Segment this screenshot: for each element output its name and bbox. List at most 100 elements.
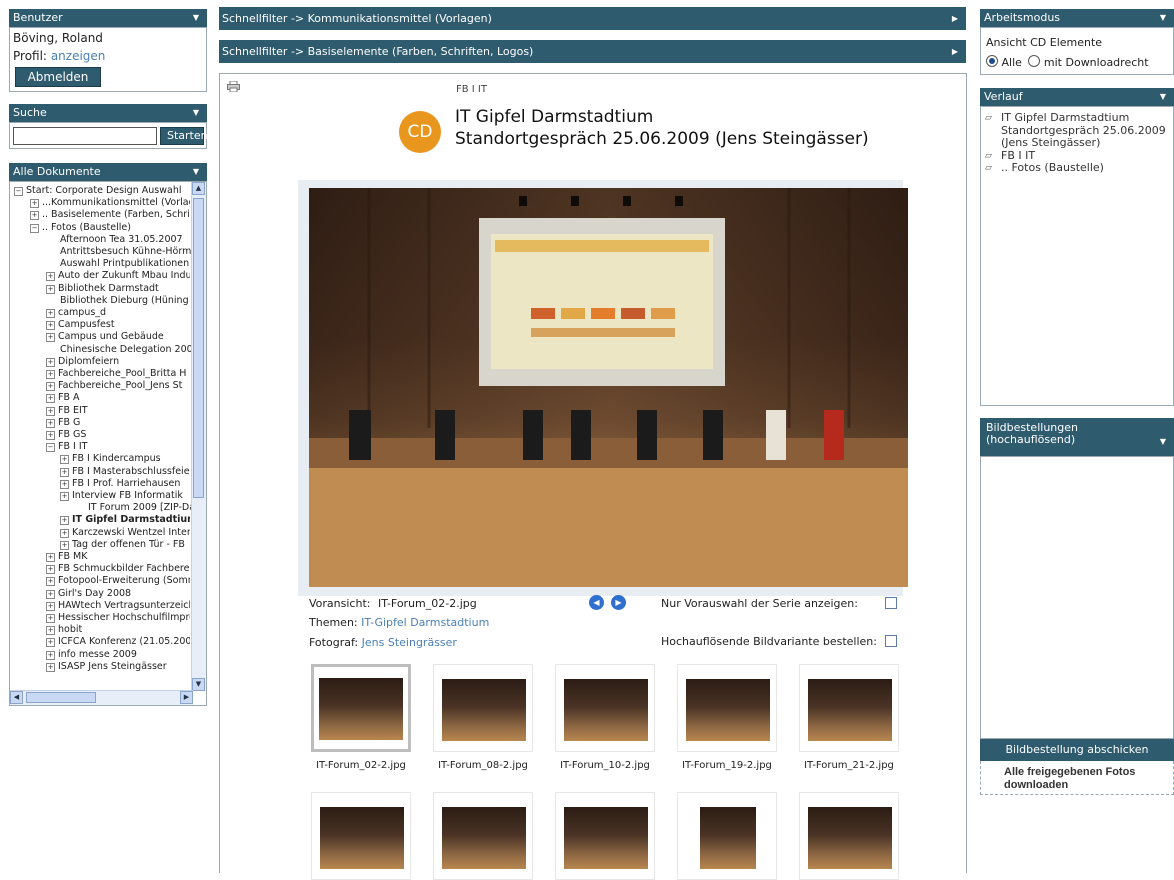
tree-item[interactable]: + IT Gipfel Darmstadtium bbox=[60, 514, 190, 526]
tree-item[interactable]: +.. Basiselemente (Farben, Schriften) bbox=[30, 209, 190, 221]
main-photo[interactable] bbox=[309, 188, 908, 587]
expand-node-icon[interactable]: + bbox=[46, 357, 55, 367]
tree-item[interactable]: + info messe 2009 bbox=[46, 649, 190, 661]
print-icon[interactable] bbox=[227, 80, 240, 93]
expand-node-icon[interactable]: + bbox=[46, 382, 55, 392]
expand-node-icon[interactable]: + bbox=[60, 528, 69, 538]
profile-link[interactable]: anzeigen bbox=[51, 49, 106, 63]
thumbnail-caption[interactable]: IT-Forum_02-2.jpg bbox=[301, 760, 421, 771]
tree-item[interactable]: + FB A bbox=[46, 392, 190, 404]
tree-item[interactable]: + FB I Prof. Harriehausen bbox=[60, 478, 190, 490]
tree-item[interactable]: + FB EIT bbox=[46, 405, 190, 417]
tree-item[interactable]: + FB I Masterabschlussfeier bbox=[60, 466, 190, 478]
search-input[interactable] bbox=[13, 127, 157, 145]
expand-node-icon[interactable]: + bbox=[60, 516, 69, 526]
tree-item[interactable]: + Campus und Gebäude bbox=[46, 331, 190, 343]
scroll-up-icon[interactable]: ▲ bbox=[192, 182, 205, 195]
tree-item[interactable]: +...Kommunikationsmittel (Vorlagen) bbox=[30, 197, 190, 209]
collapse-arrow-icon[interactable]: ▼ bbox=[1160, 9, 1166, 27]
tree-item[interactable]: + FB G bbox=[46, 417, 190, 429]
quickfilter-communication[interactable]: Schnellfilter -> Kommunikationsmittel (V… bbox=[219, 7, 966, 30]
radio-all[interactable] bbox=[986, 55, 998, 67]
download-all-link[interactable]: Alle freigegebenen Fotos downloaden bbox=[980, 761, 1174, 795]
thumbnail[interactable] bbox=[433, 664, 533, 752]
thumbnail[interactable] bbox=[311, 664, 411, 752]
orders-panel-header[interactable]: Bildbestellungen (hochauflösend) ▼ bbox=[980, 418, 1174, 456]
expand-node-icon[interactable]: + bbox=[46, 309, 55, 318]
expand-node-icon[interactable]: + bbox=[46, 370, 55, 379]
tree-item[interactable]: + ICFCA Konferenz (21.05.2009) bbox=[46, 636, 190, 648]
expand-node-icon[interactable]: + bbox=[30, 211, 39, 221]
expand-node-icon[interactable]: + bbox=[60, 492, 69, 501]
search-panel-header[interactable]: Suche ▼ bbox=[9, 104, 207, 122]
thumbnail-caption[interactable]: IT-Forum_08-2.jpg bbox=[423, 760, 543, 771]
thumbnail-image[interactable] bbox=[442, 807, 526, 869]
tree-item[interactable]: +HAWtech Vertragsunterzeichnung bbox=[46, 600, 190, 612]
tree-item[interactable]: + Hessischer Hochschulfilmpreis bbox=[46, 612, 190, 624]
tree-hscroll-thumb[interactable] bbox=[26, 692, 96, 703]
expand-node-icon[interactable]: + bbox=[46, 553, 55, 562]
expand-node-icon[interactable]: + bbox=[46, 284, 55, 294]
tree-horizontal-scrollbar[interactable]: ◀ ▶ bbox=[10, 690, 193, 705]
history-item[interactable]: ▱ IT Gipfel Darmstadtium Standortgespräch… bbox=[985, 111, 1171, 150]
scroll-right-icon[interactable]: ▶ bbox=[180, 691, 193, 704]
thumbnail-image[interactable] bbox=[700, 807, 756, 869]
thumbnail-image[interactable] bbox=[564, 679, 648, 741]
expand-node-icon[interactable]: + bbox=[46, 321, 55, 331]
preselect-checkbox[interactable] bbox=[885, 597, 897, 609]
tree-item[interactable]: Afternoon Tea 31.05.2007 bbox=[46, 234, 204, 246]
expand-node-icon[interactable]: + bbox=[46, 577, 55, 587]
tree-item[interactable]: + Fachbereiche_Pool_Britta H bbox=[46, 368, 190, 380]
collapse-arrow-icon[interactable]: ▼ bbox=[1160, 88, 1166, 106]
thumbnail-caption[interactable]: IT-Forum_19-2.jpg bbox=[667, 760, 787, 771]
tree-scroll-thumb[interactable] bbox=[193, 198, 204, 498]
expand-node-icon[interactable]: + bbox=[46, 394, 55, 404]
scroll-left-icon[interactable]: ◀ bbox=[10, 691, 23, 704]
tree-item[interactable]: +Karczewski Wentzel Interview bbox=[60, 527, 190, 539]
thumbnail[interactable] bbox=[799, 664, 899, 752]
tree-item[interactable]: Chinesische Delegation 2008 bbox=[46, 344, 204, 356]
expand-node-icon[interactable]: + bbox=[60, 479, 69, 489]
logout-button[interactable]: Abmelden bbox=[15, 67, 101, 87]
tree-item[interactable]: + FB MK bbox=[46, 551, 190, 563]
tree-item[interactable]: + Campusfest bbox=[46, 319, 190, 331]
workmode-panel-header[interactable]: Arbeitsmodus ▼ bbox=[980, 9, 1174, 27]
thumbnail-caption[interactable]: IT-Forum_10-2.jpg bbox=[545, 760, 665, 771]
thumbnail-image[interactable] bbox=[686, 679, 770, 741]
tree-item[interactable]: Antrittsbesuch Kühne-Hörmann bbox=[46, 246, 204, 258]
collapse-node-icon[interactable]: − bbox=[30, 223, 39, 233]
breadcrumb[interactable]: FB I IT bbox=[456, 84, 487, 95]
expand-node-icon[interactable]: + bbox=[30, 199, 39, 209]
thumbnail[interactable] bbox=[677, 792, 777, 880]
collapse-arrow-icon[interactable]: ▼ bbox=[193, 9, 199, 27]
tree-item[interactable]: + campus_d bbox=[46, 307, 190, 319]
photographer-link[interactable]: Jens Steingrässer bbox=[362, 636, 457, 649]
thumbnail-image[interactable] bbox=[564, 807, 648, 869]
collapse-arrow-icon[interactable]: ▼ bbox=[1160, 436, 1166, 448]
tree-item[interactable]: Auswahl Printpublikationen bbox=[46, 258, 204, 270]
history-item[interactable]: ▱ .. Fotos (Baustelle) bbox=[985, 161, 1171, 175]
documents-panel-header[interactable]: Alle Dokumente ▼ bbox=[9, 163, 207, 181]
hires-checkbox[interactable] bbox=[885, 635, 897, 647]
previous-image-icon[interactable]: ◀ bbox=[589, 595, 604, 610]
tree-item[interactable]: + Tag der offenen Tür - FB bbox=[60, 539, 190, 551]
expand-node-icon[interactable]: + bbox=[46, 565, 55, 575]
collapse-node-icon[interactable]: − bbox=[46, 443, 55, 453]
thumbnail[interactable] bbox=[433, 792, 533, 880]
tree-item[interactable]: + Girl's Day 2008 bbox=[46, 588, 190, 600]
thumbnail-image[interactable] bbox=[320, 807, 404, 869]
collapse-arrow-icon[interactable]: ▼ bbox=[193, 104, 199, 122]
thumbnail[interactable] bbox=[555, 792, 655, 880]
thumbnail[interactable] bbox=[799, 792, 899, 880]
expand-node-icon[interactable]: + bbox=[46, 662, 55, 672]
expand-arrow-icon[interactable]: ▶ bbox=[952, 7, 958, 30]
tree-item[interactable]: Bibliothek Dieburg (Hüning 2) bbox=[46, 295, 204, 307]
expand-node-icon[interactable]: + bbox=[60, 467, 69, 477]
user-panel-header[interactable]: Benutzer ▼ bbox=[9, 9, 207, 27]
thumbnail[interactable] bbox=[555, 664, 655, 752]
themes-link[interactable]: IT-Gipfel Darmstadtium bbox=[361, 616, 489, 629]
expand-node-icon[interactable]: + bbox=[46, 638, 55, 648]
expand-node-icon[interactable]: + bbox=[46, 650, 55, 660]
search-button[interactable]: Starten bbox=[160, 127, 208, 145]
tree-item[interactable]: − FB I IT bbox=[46, 441, 190, 453]
